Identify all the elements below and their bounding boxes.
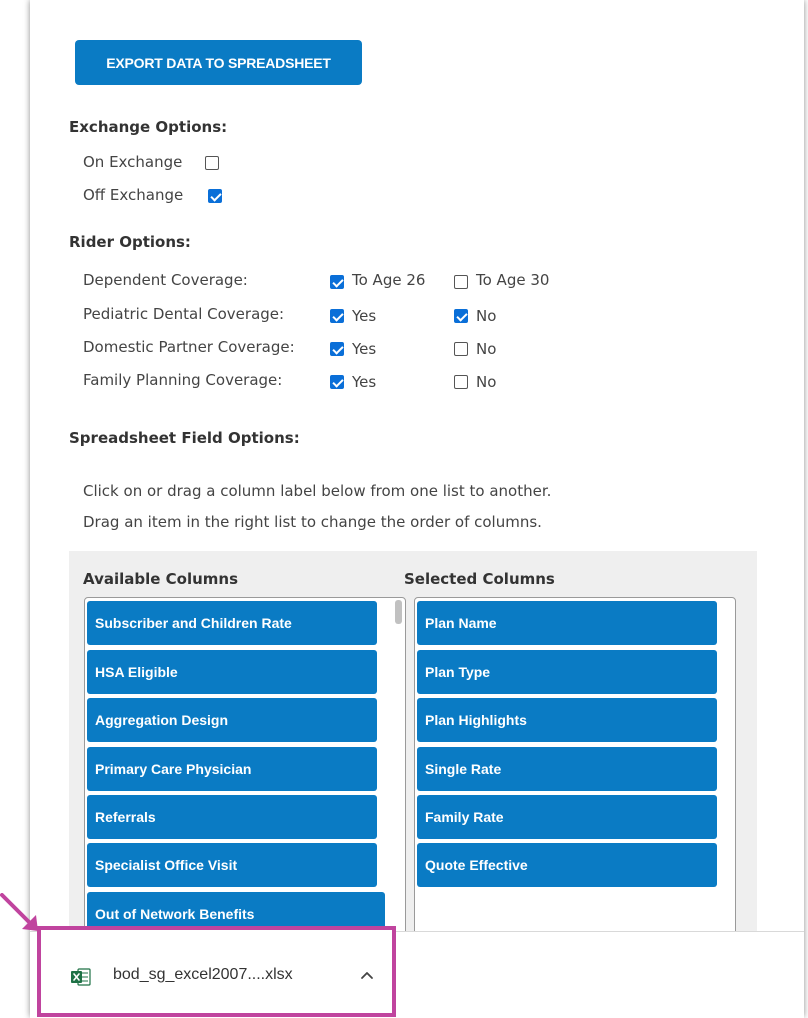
off-exchange-label: Off Exchange: [83, 186, 184, 204]
instruction-line-2: Drag an item in the right list to change…: [83, 513, 542, 531]
pediatric-dental-no-label: No: [476, 307, 497, 325]
dependent-coverage-label: Dependent Coverage:: [83, 271, 248, 289]
selected-column-item[interactable]: Family Rate: [417, 795, 717, 839]
selected-column-item[interactable]: Single Rate: [417, 747, 717, 791]
selected-column-item[interactable]: Plan Type: [417, 650, 717, 694]
available-column-item[interactable]: Aggregation Design: [87, 698, 377, 742]
off-exchange-checkbox[interactable]: [208, 189, 222, 203]
family-planning-no-checkbox[interactable]: [454, 375, 468, 389]
download-filename: bod_sg_excel2007....xlsx: [113, 966, 293, 983]
available-columns-heading: Available Columns: [83, 570, 239, 588]
family-planning-no-label: No: [476, 373, 497, 391]
instruction-line-1: Click on or drag a column label below fr…: [83, 482, 552, 500]
dependent-age30-checkbox[interactable]: [454, 275, 468, 289]
spreadsheet-field-options-heading: Spreadsheet Field Options:: [69, 429, 300, 447]
exchange-options-heading: Exchange Options:: [69, 118, 228, 136]
export-dialog: EXPORT DATA TO SPREADSHEET Exchange Opti…: [30, 0, 804, 1017]
download-bar: bod_sg_excel2007....xlsx: [30, 926, 804, 1018]
chevron-up-icon[interactable]: [359, 968, 375, 982]
family-planning-yes-checkbox[interactable]: [330, 375, 344, 389]
domestic-partner-label: Domestic Partner Coverage:: [83, 338, 295, 356]
pediatric-dental-label: Pediatric Dental Coverage:: [83, 305, 285, 323]
available-list-scrollbar[interactable]: [395, 600, 402, 624]
available-column-item[interactable]: Referrals: [87, 795, 377, 839]
available-column-item[interactable]: Primary Care Physician: [87, 747, 377, 791]
domestic-partner-no-checkbox[interactable]: [454, 342, 468, 356]
pediatric-dental-yes-checkbox[interactable]: [330, 309, 344, 323]
selected-columns-heading: Selected Columns: [404, 570, 555, 588]
domestic-partner-yes-label: Yes: [352, 340, 377, 358]
rider-options-heading: Rider Options:: [69, 233, 191, 251]
on-exchange-label: On Exchange: [83, 153, 183, 171]
pediatric-dental-no-checkbox[interactable]: [454, 309, 468, 323]
export-spreadsheet-button[interactable]: EXPORT DATA TO SPREADSHEET: [75, 40, 362, 85]
selected-column-item[interactable]: Plan Highlights: [417, 698, 717, 742]
on-exchange-checkbox[interactable]: [205, 156, 219, 170]
available-column-item[interactable]: Specialist Office Visit: [87, 843, 377, 887]
dependent-age26-label: To Age 26: [352, 271, 426, 289]
domestic-partner-yes-checkbox[interactable]: [330, 342, 344, 356]
domestic-partner-no-label: No: [476, 340, 497, 358]
dependent-age26-checkbox[interactable]: [330, 275, 344, 289]
selected-column-item[interactable]: Quote Effective: [417, 843, 717, 887]
excel-file-icon: [71, 968, 91, 986]
pediatric-dental-yes-label: Yes: [352, 307, 377, 325]
family-planning-label: Family Planning Coverage:: [83, 371, 283, 389]
family-planning-yes-label: Yes: [352, 373, 377, 391]
download-item[interactable]: bod_sg_excel2007....xlsx: [37, 926, 396, 1017]
available-column-item[interactable]: Subscriber and Children Rate: [87, 601, 377, 645]
dependent-age30-label: To Age 30: [476, 271, 550, 289]
pointer-arrow-icon: [0, 893, 38, 931]
available-column-item[interactable]: HSA Eligible: [87, 650, 377, 694]
selected-column-item[interactable]: Plan Name: [417, 601, 717, 645]
